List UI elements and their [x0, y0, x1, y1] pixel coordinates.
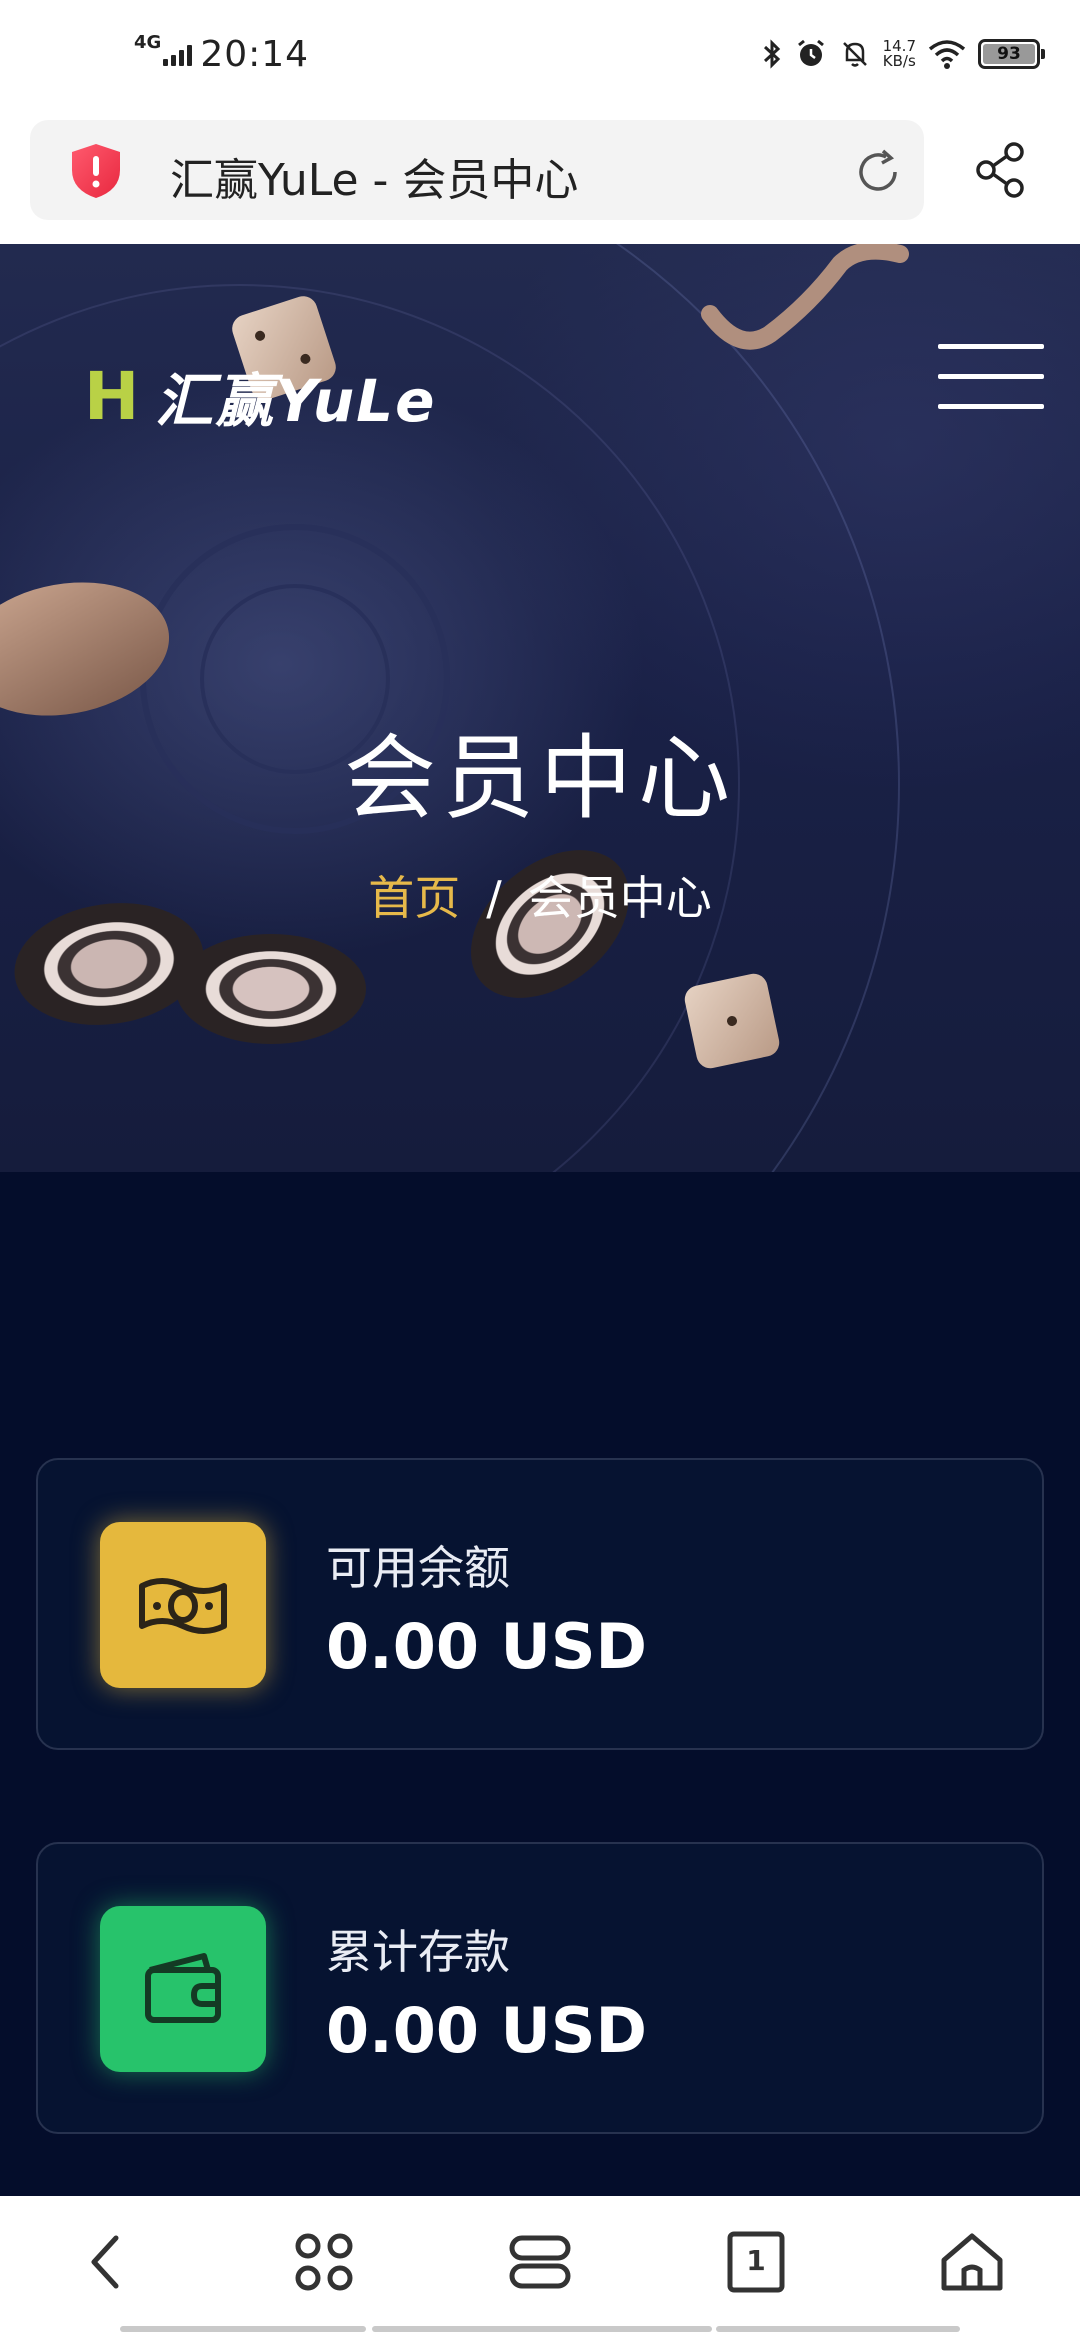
member-dashboard: 可用余额 0.00 USD 累计存款 0.00 USD [0, 1172, 1080, 2196]
deposit-value: 0.00 USD [326, 1994, 648, 2067]
reload-icon[interactable] [852, 146, 904, 198]
clock-time: 20:14 [200, 34, 310, 75]
apps-icon[interactable] [284, 2222, 364, 2302]
status-bar: 4G 20:14 14.7 KB/s 93 [0, 0, 1080, 118]
status-right: 14.7 KB/s 93 [761, 38, 1045, 70]
network-type: 4G [134, 32, 162, 53]
ribbon-decoration [701, 244, 909, 350]
dice-decoration [682, 971, 782, 1071]
gesture-bar [372, 2326, 712, 2332]
balance-icon-box [100, 1522, 266, 1688]
signal-icon [163, 44, 193, 66]
mute-bell-icon [842, 42, 867, 67]
security-warning-icon[interactable] [68, 142, 124, 200]
breadcrumb-home-link[interactable]: 首页 [368, 871, 460, 925]
share-icon[interactable] [970, 140, 1030, 200]
browser-bottom-nav: 1 [0, 2196, 1080, 2340]
wallet-icon [145, 1953, 221, 2023]
money-icon [139, 1578, 227, 1634]
breadcrumb: 首页 / 会员中心 [0, 862, 1080, 928]
deposit-label: 累计存款 [326, 1925, 510, 1979]
balance-label: 可用余额 [326, 1541, 510, 1595]
bluetooth-icon [763, 39, 780, 69]
wifi-icon [928, 40, 966, 69]
status-left: 4G 20:14 [134, 32, 310, 75]
menu-icon[interactable] [500, 2222, 580, 2302]
balance-card: 可用余额 0.00 USD [36, 1458, 1044, 1750]
poker-chip-decoration [176, 934, 366, 1044]
logo-text: 汇赢YuLe [155, 367, 437, 435]
tabs-button[interactable]: 1 [716, 2222, 796, 2302]
battery-icon: 93 [978, 39, 1045, 69]
alarm-icon [797, 39, 824, 66]
browser-toolbar: 汇赢YuLe - 会员中心 [0, 118, 1080, 244]
gesture-bar [716, 2326, 960, 2332]
page-title[interactable]: 汇赢YuLe - 会员中心 [170, 144, 578, 208]
hero-banner: H 汇赢YuLe 会员中心 首页 / 会员中心 [0, 244, 1080, 1172]
breadcrumb-separator: / [486, 871, 502, 925]
battery-level: 93 [997, 44, 1021, 64]
balance-value: 0.00 USD [326, 1610, 648, 1683]
menu-button[interactable] [938, 344, 1044, 410]
breadcrumb-current: 会员中心 [527, 871, 712, 925]
tab-count: 1 [746, 2244, 766, 2277]
network-speed: 14.7 KB/s [883, 39, 916, 69]
site-logo[interactable]: H 汇赢YuLe [84, 354, 436, 438]
logo-letter: H [84, 357, 140, 435]
deposit-icon-box [100, 1906, 266, 2072]
address-bar[interactable]: 汇赢YuLe - 会员中心 [30, 120, 924, 220]
back-icon[interactable] [68, 2222, 148, 2302]
home-icon[interactable] [932, 2222, 1012, 2302]
deposit-card: 累计存款 0.00 USD [36, 1842, 1044, 2134]
page-heading: 会员中心 [343, 725, 736, 832]
speed-unit: KB/s [882, 52, 916, 70]
gesture-bar [120, 2326, 366, 2332]
